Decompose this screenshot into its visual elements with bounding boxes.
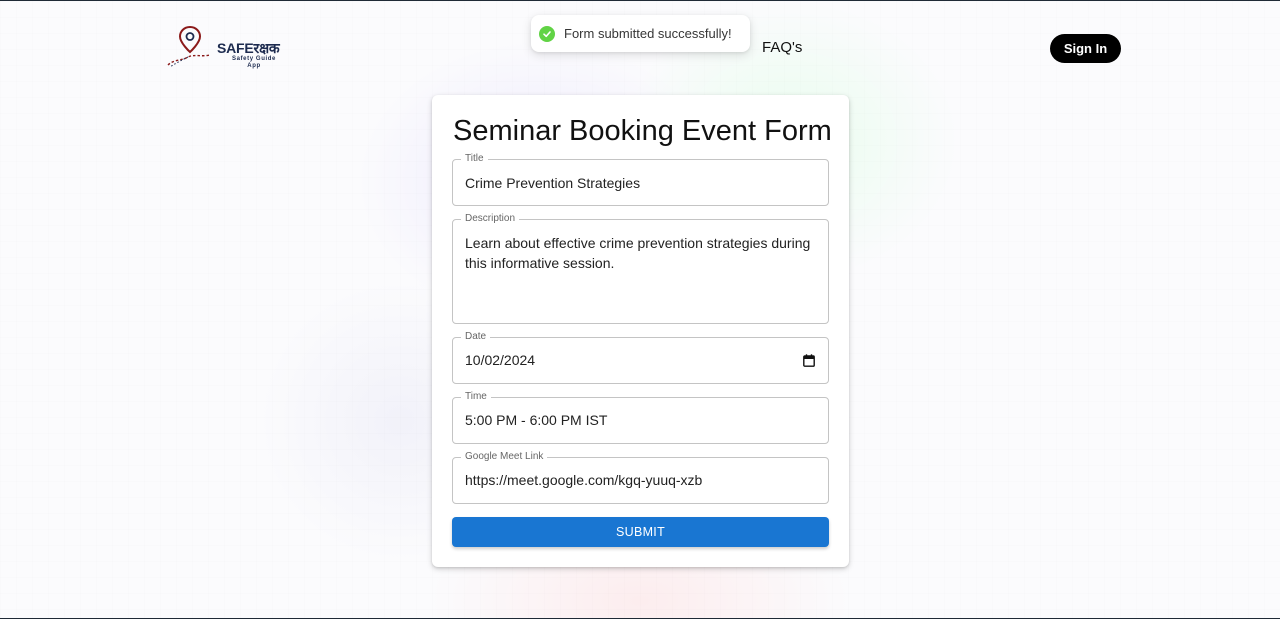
meet-link-field[interactable]: Google Meet Link https://meet.google.com… (452, 451, 829, 504)
date-field-label: Date (461, 331, 491, 343)
toast-message: Form submitted successfully! (564, 26, 732, 41)
time-field[interactable]: Time 5:00 PM - 6:00 PM IST (452, 391, 829, 444)
description-field[interactable]: Description Learn about effective crime … (452, 213, 829, 324)
title-field-value[interactable]: Crime Prevention Strategies (465, 174, 815, 194)
description-field-value[interactable]: Learn about effective crime prevention s… (465, 234, 815, 273)
brand-tagline-line2: App (247, 63, 261, 69)
submit-button[interactable]: SUBMIT (452, 517, 829, 547)
meet-link-field-label: Google Meet Link (461, 451, 548, 463)
time-field-label: Time (461, 391, 491, 403)
calendar-icon[interactable] (803, 354, 815, 367)
sign-in-button[interactable]: Sign In (1050, 34, 1121, 63)
date-field[interactable]: Date 10/02/2024 (452, 331, 829, 384)
date-field-value[interactable]: 10/02/2024 (465, 351, 815, 371)
success-toast: Form submitted successfully! (531, 15, 750, 52)
check-circle-icon (539, 25, 555, 42)
meet-link-field-value[interactable]: https://meet.google.com/kgq-yuuq-xzb (465, 471, 815, 491)
nav-item-faqs[interactable]: FAQ's (762, 39, 802, 56)
description-field-label: Description (461, 213, 520, 225)
form-title: Seminar Booking Event Form (453, 115, 832, 147)
brand-logo[interactable]: SAFEरक्षक Safety Guide App (166, 25, 296, 73)
title-field-label: Title (461, 153, 488, 165)
brand-tagline-line1: Safety Guide (232, 56, 276, 62)
brand-tagline: Safety Guide App (224, 56, 284, 70)
time-field-value[interactable]: 5:00 PM - 6:00 PM IST (465, 411, 815, 431)
title-field[interactable]: Title Crime Prevention Strategies (452, 153, 829, 206)
booking-form-card: Seminar Booking Event Form Title Crime P… (432, 95, 849, 567)
